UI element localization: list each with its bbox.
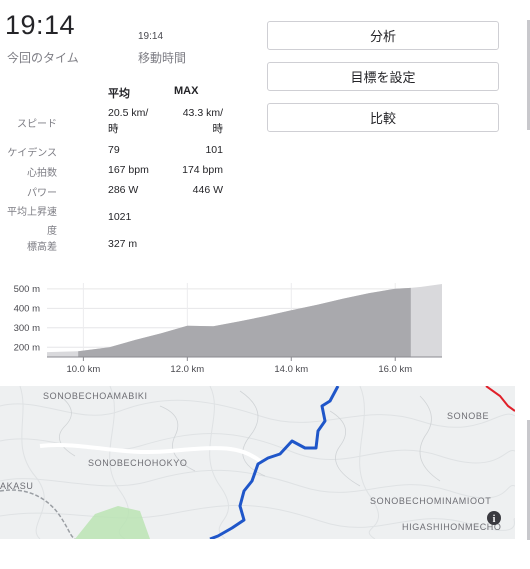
stats-label-heart-rate: 心拍数 [27,168,57,179]
map-label-amabiki: SONOBECHOAMABIKI [43,391,148,401]
elevation-chart[interactable]: 200 m 300 m 400 m 500 m 10.0 km 12.0 km 14.0 … [0,275,450,380]
map-label-akasu: AKASU [0,481,34,491]
svg-text:i: i [493,514,496,525]
stats-vam-avg: 1021 [108,211,132,223]
stats-elevation-avg: 327 m [108,238,138,250]
stats-heart-rate-max: 174 bpm [182,164,223,176]
route-map[interactable]: SONOBECHOAMABIKI SONOBECHOHOKYO AKASU SO… [0,386,515,539]
chart-x-tick: 10.0 km [66,364,100,375]
chart-y-tick: 400 m [14,303,40,314]
stats-col-avg: 平均 [108,88,130,100]
map-label-hokyo: SONOBECHOHOKYO [88,458,187,468]
map-label-minamioot: SONOBECHOMINAMIOOT [370,496,491,506]
moving-time-label: 移動時間 [138,51,187,65]
map-label-higashihonmecho: HIGASHIHONMECHO [402,522,502,532]
elevation-area-selected [78,287,411,357]
stats-power-avg: 286 W [108,184,139,196]
moving-time-value: 19:14 [138,31,164,42]
stats-label-power: パワー [27,188,57,199]
chart-x-tick: 14.0 km [274,364,308,375]
stats-speed-max: 43.3 km/ 時 [182,107,223,135]
stats-label-vam: 平均上昇速 度 [7,207,57,237]
chart-y-tick: 300 m [14,323,40,334]
compare-button[interactable]: 比較 [267,103,499,132]
elapsed-time-label: 今回のタイム [7,51,79,65]
info-icon[interactable]: i [487,511,501,525]
analysis-button[interactable]: 分析 [267,21,499,50]
stats-speed-avg: 20.5 km/ 時 [108,107,149,135]
stats-label-elevation: 標高差 [27,242,57,253]
set-goal-button[interactable]: 目標を設定 [267,62,499,91]
elapsed-time-value: 19:14 [5,10,76,40]
stats-label-cadence: ケイデンス [7,148,57,159]
stats-cadence-avg: 79 [108,144,120,156]
chart-y-tick: 200 m [14,342,40,353]
chart-y-tick: 500 m [14,284,40,295]
stats-heart-rate-avg: 167 bpm [108,164,149,176]
stats-cadence-max: 101 [205,144,223,156]
chart-x-tick: 16.0 km [378,364,412,375]
map-background [0,386,515,539]
stats-label-speed: スピード [17,119,57,130]
stats-col-max: MAX [174,85,199,97]
chart-x-tick: 12.0 km [170,364,204,375]
stats-power-max: 446 W [192,184,223,196]
map-label-sonobe: SONOBE [447,411,489,421]
